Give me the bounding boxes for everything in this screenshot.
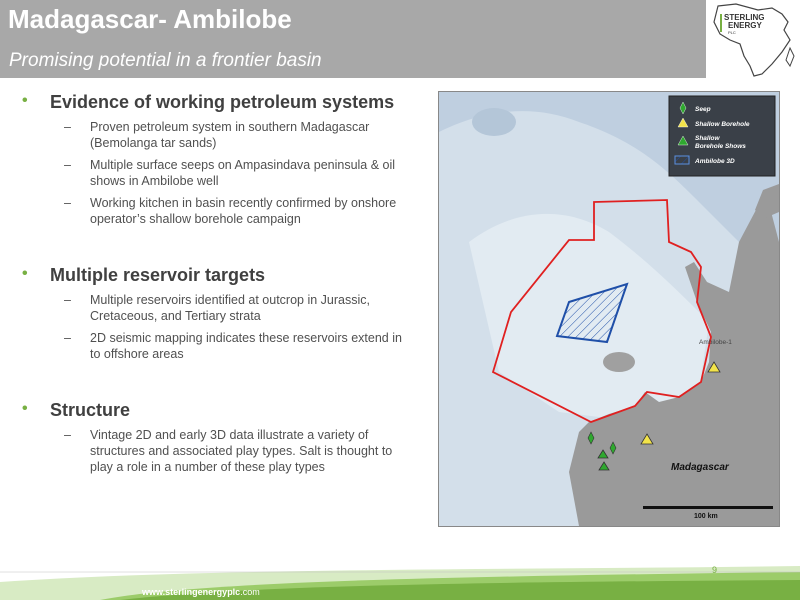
dash-icon: – [64,120,71,134]
legend-ambilobe-3d: Ambilobe 3D [694,158,735,165]
logo-text-2: ENERGY [728,21,762,30]
dash-icon: – [64,196,71,210]
sterling-energy-logo: STERLING ENERGY PLC [706,0,800,80]
legend-shows-2: Borehole Shows [695,143,746,150]
map-svg: Ambilobe-1 Madagascar 100 km Seep Shallo… [439,92,779,526]
section-structure: • Structure – Vintage 2D and early 3D data… [20,400,420,475]
section-petroleum-systems: • Evidence of working petroleum systems –… [20,92,420,227]
dash-icon: – [64,331,71,345]
list-item: – Multiple reservoirs identified at outcr… [64,293,370,323]
page-number: 9 [712,565,718,575]
list-item: – Multiple surface seeps on Ampasindava p… [64,158,396,188]
bullet-content: • Evidence of working petroleum systems –… [20,92,420,513]
legend-seep: Seep [695,106,711,113]
seamount [472,108,516,136]
slide-subtitle: Promising potential in a frontier basin [9,50,322,71]
scale-bar [643,506,773,509]
dash-icon: – [64,293,71,307]
list-item: – Proven petroleum system in southern Mad… [64,120,370,150]
section-heading: • Multiple reservoir targets [22,265,266,285]
dash-icon: – [64,428,71,442]
bullet-dot-icon: • [22,265,28,282]
legend-shallow-borehole: Shallow Borehole [695,121,750,128]
list-item: – Working kitchen in basin recently confi… [64,196,397,226]
island [603,352,635,372]
section-heading: • Structure [22,400,131,420]
footer-band [0,566,800,600]
section-reservoir-targets: • Multiple reservoir targets – Multiple re… [20,265,420,362]
section-heading: • Evidence of working petroleum systems [22,92,395,112]
basin-map: Ambilobe-1 Madagascar 100 km Seep Shallo… [438,91,780,527]
header-bar: Madagascar- Ambilobe Promising potential… [0,0,800,80]
legend-shows-1: Shallow [695,135,721,142]
slide-title: Madagascar- Ambilobe [8,4,292,34]
map-legend: Seep Shallow Borehole Shallow Borehole S… [668,95,776,177]
website-link[interactable]: www.sterlingenergyplc.com [142,587,260,597]
scale-label: 100 km [694,513,718,520]
list-item: –2D seismic mapping indicates these rese… [64,331,402,361]
dash-icon: – [64,158,71,172]
logo-text-3: PLC [728,30,736,35]
bullet-dot-icon: • [22,92,28,109]
list-item: – Vintage 2D and early 3D data illustrate… [64,428,393,474]
country-label: Madagascar [671,462,730,473]
well-label: Ambilobe-1 [699,339,732,346]
bullet-dot-icon: • [22,400,28,417]
survey-swatch [674,155,690,165]
